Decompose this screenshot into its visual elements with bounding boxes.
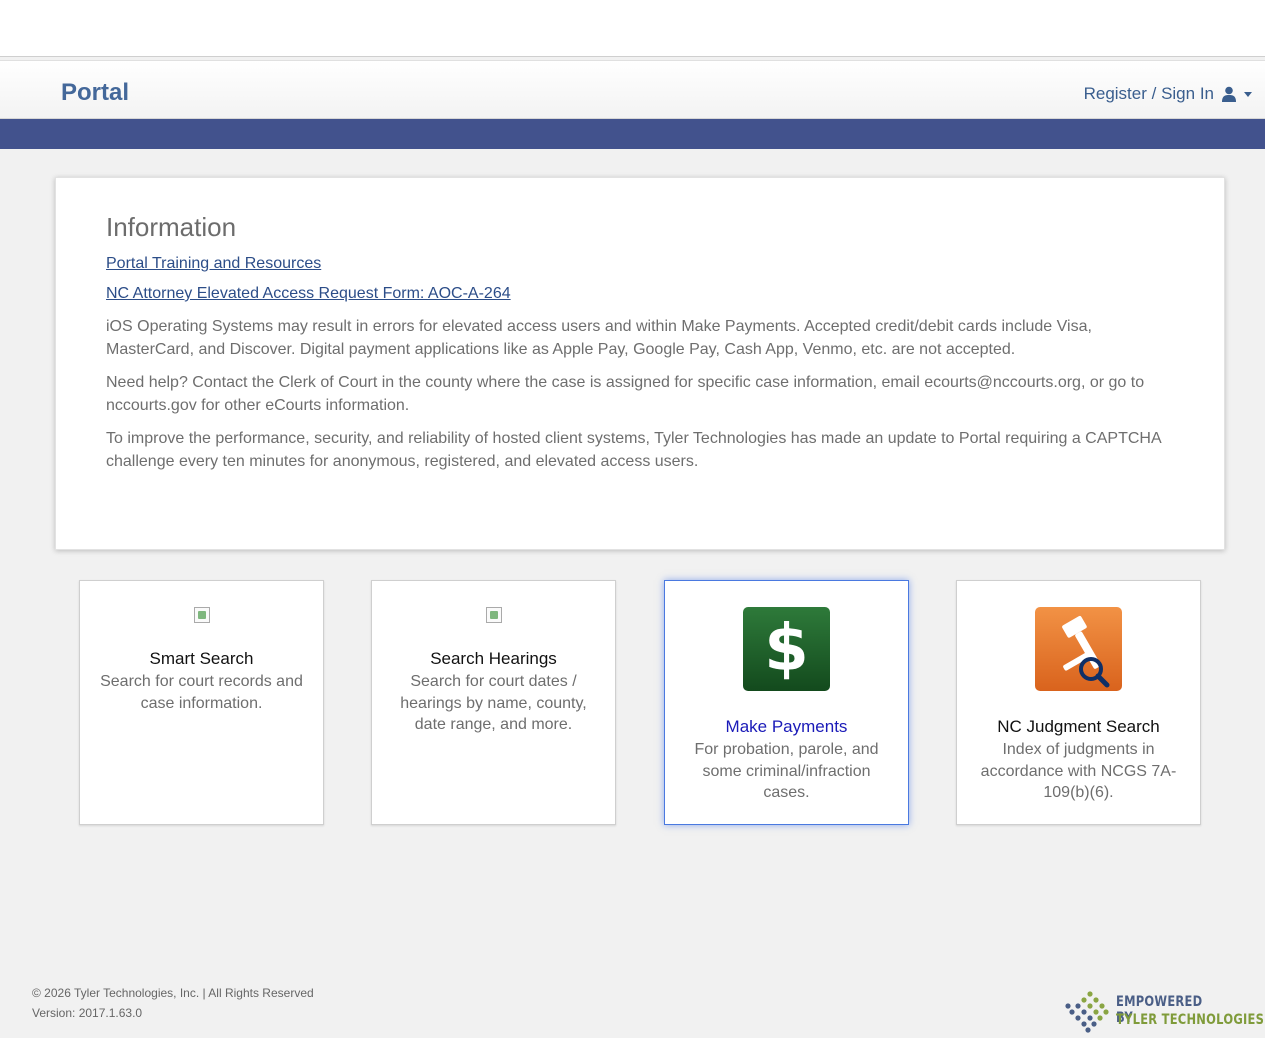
- version-text: Version: 2017.1.63.0: [32, 1006, 143, 1020]
- portal-brand[interactable]: Portal: [61, 79, 129, 107]
- portal-training-link[interactable]: Portal Training and Resources: [106, 255, 321, 273]
- tile-title: Search Hearings: [430, 649, 557, 668]
- information-panel: Information Portal Training and Resource…: [55, 177, 1225, 550]
- logo-line-2: TYLER TECHNOLOGIES: [1116, 1012, 1265, 1028]
- tyler-technologies-logo: EMPOWERED BY TYLER TECHNOLOGIES: [1064, 990, 1264, 1034]
- tyler-dots-icon: [1065, 991, 1109, 1033]
- top-strip: [0, 0, 1265, 57]
- smart-search-icon: [193, 607, 210, 623]
- sign-in-label: Register / Sign In: [1083, 84, 1214, 103]
- copyright-text: © 2026 Tyler Technologies, Inc. | All Ri…: [32, 986, 314, 1000]
- tile-description: Search for court records and case inform…: [100, 673, 303, 712]
- make-payments-tile[interactable]: $ Make Payments For probation, parole, a…: [664, 580, 909, 825]
- search-hearings-icon: [485, 607, 502, 623]
- tile-title: Smart Search: [149, 649, 254, 668]
- ios-notice-text: iOS Operating Systems may result in erro…: [106, 318, 1092, 358]
- attorney-access-form-link[interactable]: NC Attorney Elevated Access Request Form…: [106, 285, 511, 303]
- dollar-icon: $: [743, 607, 830, 691]
- tile-description: Index of judgments in accordance with NC…: [980, 741, 1177, 802]
- user-icon: [1222, 86, 1236, 102]
- nc-judgment-search-tile[interactable]: NC Judgment Search Index of judgments in…: [956, 580, 1201, 825]
- tile-title: Make Payments: [725, 717, 848, 736]
- gavel-search-icon: [1035, 607, 1122, 691]
- smart-search-tile[interactable]: Smart Search Search for court records an…: [79, 580, 324, 825]
- tile-title: NC Judgment Search: [997, 717, 1160, 736]
- tile-description: Search for court dates / hearings by nam…: [400, 673, 587, 734]
- header-band: [0, 119, 1265, 149]
- help-text: Need help? Contact the Clerk of Court in…: [106, 374, 1145, 414]
- chevron-down-icon: [1244, 91, 1252, 97]
- tile-description: For probation, parole, and some criminal…: [694, 741, 879, 802]
- register-sign-in-menu[interactable]: Register / Sign In: [1084, 84, 1252, 104]
- navbar: Portal Register / Sign In: [0, 60, 1265, 119]
- information-title: Information: [106, 212, 237, 242]
- search-hearings-tile[interactable]: Search Hearings Search for court dates /…: [371, 580, 616, 825]
- captcha-notice-text: To improve the performance, security, an…: [106, 430, 1161, 470]
